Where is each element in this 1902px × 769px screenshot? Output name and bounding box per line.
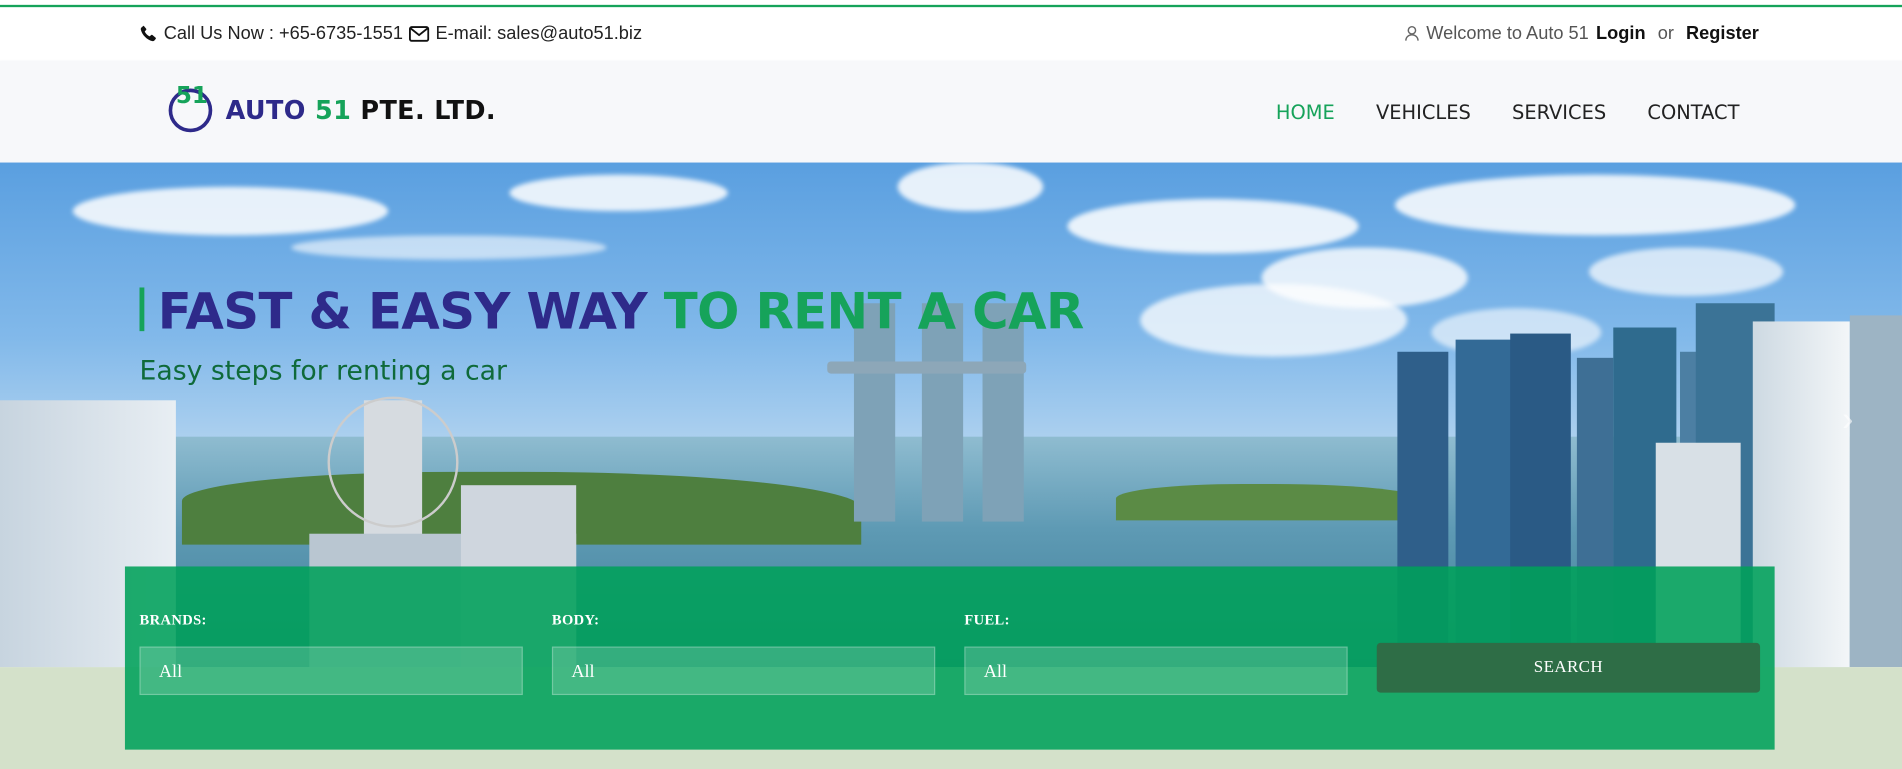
- register-link[interactable]: Register: [1686, 23, 1759, 44]
- nav-item-services[interactable]: SERVICES: [1512, 101, 1606, 124]
- main-nav: HOME VEHICLES SERVICES CONTACT: [1276, 101, 1740, 124]
- logo-number: 51: [175, 82, 208, 110]
- skypark: [827, 361, 1027, 374]
- or-text: or: [1657, 23, 1674, 44]
- login-link[interactable]: Login: [1596, 23, 1646, 44]
- chevron-right-icon[interactable]: ›: [1842, 400, 1853, 439]
- ferris-wheel: [327, 396, 459, 528]
- brand-name-part1: AUTO: [225, 95, 306, 125]
- email-text: E-mail: sales@auto51.biz: [435, 23, 643, 44]
- nav-item-vehicles[interactable]: VEHICLES: [1376, 101, 1471, 124]
- brands-select[interactable]: All: [139, 646, 523, 696]
- brand-name: AUTO 51 PTE. LTD.: [226, 96, 496, 125]
- fuel-field: FUEL: All: [964, 611, 1348, 696]
- hero-subtitle: Easy steps for renting a car: [139, 356, 507, 387]
- brands-label: BRANDS:: [139, 611, 207, 629]
- nav-item-contact[interactable]: CONTACT: [1647, 101, 1739, 124]
- email-contact[interactable]: E-mail: sales@auto51.biz: [409, 23, 642, 44]
- vehicle-search-panel: BRANDS: All BODY: All FUEL: All SEARCH: [124, 566, 1775, 750]
- phone-contact[interactable]: Call Us Now : +65-6735-1551: [139, 23, 403, 44]
- brand-name-part2: 51: [314, 95, 352, 125]
- main-header: 51 AUTO 51 PTE. LTD. HOME VEHICLES SERVI…: [0, 60, 1902, 164]
- brands-field: BRANDS: All: [139, 611, 523, 696]
- hero-title-part1: FAST & EASY WAY: [157, 282, 648, 341]
- hero-title-part2: TO RENT A CAR: [663, 282, 1084, 341]
- welcome-text: Welcome to Auto 51: [1426, 23, 1589, 44]
- hero-title-accent: [139, 287, 145, 332]
- fuel-select[interactable]: All: [964, 646, 1348, 696]
- hero-title: FAST & EASY WAY TO RENT A CAR: [157, 281, 1085, 342]
- user-icon: [1404, 25, 1419, 41]
- phone-icon: [140, 25, 156, 42]
- search-button[interactable]: SEARCH: [1376, 642, 1761, 693]
- account-links: Welcome to Auto 51 Login or Register: [1404, 23, 1759, 44]
- body-select[interactable]: All: [551, 646, 936, 696]
- body-field: BODY: All: [551, 611, 936, 696]
- fuel-label: FUEL:: [964, 611, 1010, 629]
- envelope-icon: [409, 25, 430, 42]
- phone-text: Call Us Now : +65-6735-1551: [163, 23, 403, 44]
- body-label: BODY:: [551, 611, 600, 629]
- brand-name-part3: PTE. LTD.: [360, 95, 496, 125]
- brand-logo[interactable]: 51 AUTO 51 PTE. LTD.: [167, 82, 496, 137]
- top-info-bar: Call Us Now : +65-6735-1551 E-mail: sale…: [0, 7, 1902, 61]
- logo-mark: 51: [167, 82, 218, 137]
- nav-item-home[interactable]: HOME: [1276, 101, 1335, 124]
